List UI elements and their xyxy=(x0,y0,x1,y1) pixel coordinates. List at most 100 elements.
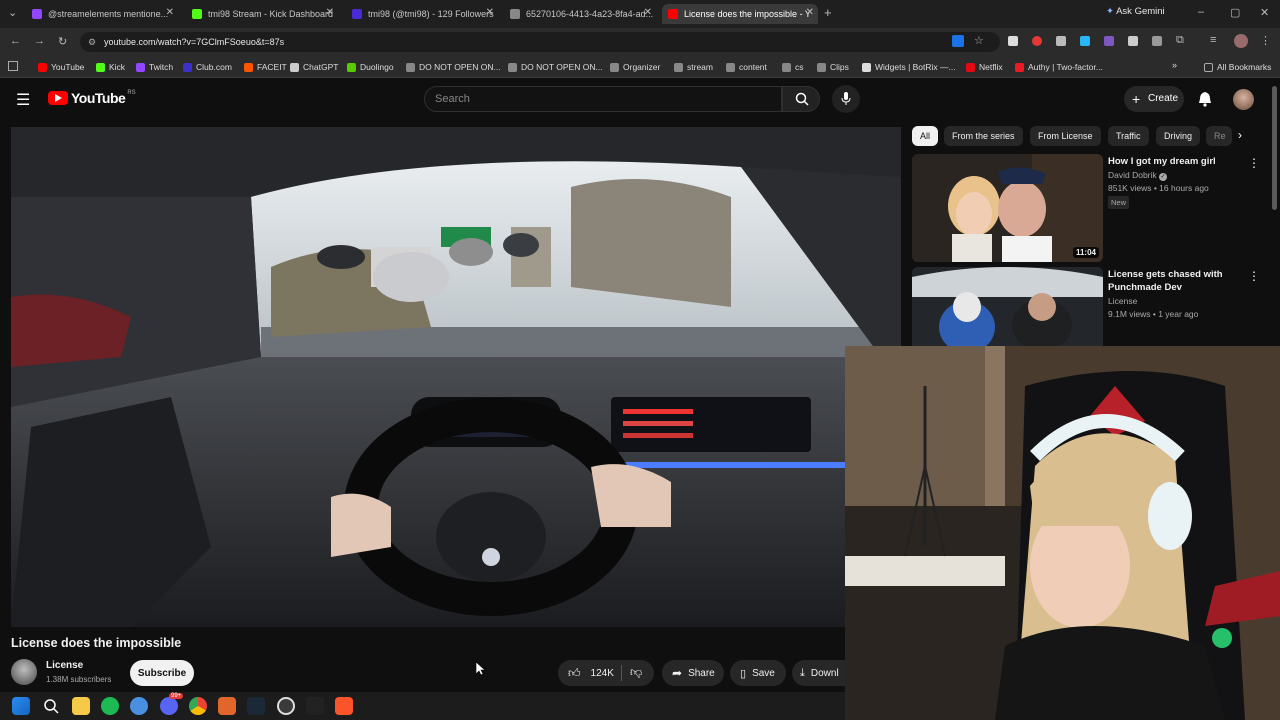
reload-icon[interactable]: ↻ xyxy=(58,35,67,48)
side-panel-icon[interactable]: ≡ xyxy=(1210,34,1216,46)
shield-app-icon[interactable] xyxy=(218,697,236,715)
extension-icon[interactable] xyxy=(1032,36,1042,46)
new-tab-icon[interactable]: + xyxy=(824,5,832,20)
bookmark-item[interactable]: DO NOT OPEN ON... xyxy=(406,60,501,74)
recommendation-thumbnail[interactable]: 11:04 xyxy=(912,154,1103,262)
file-explorer-icon[interactable] xyxy=(72,697,90,715)
extension-icon[interactable] xyxy=(1056,36,1066,46)
bookmark-item[interactable]: Duolingo xyxy=(347,60,394,74)
forward-icon[interactable]: → xyxy=(34,35,45,47)
bookmark-item[interactable]: content xyxy=(726,60,767,74)
cast-icon[interactable] xyxy=(952,35,964,47)
extension-icon[interactable] xyxy=(1128,36,1138,46)
close-tab-icon[interactable]: ✕ xyxy=(644,7,652,18)
bookmark-item[interactable]: Kick xyxy=(96,60,125,74)
channel-avatar[interactable] xyxy=(11,659,37,685)
extension-icon[interactable] xyxy=(1104,36,1114,46)
all-bookmarks-button[interactable]: All Bookmarks xyxy=(1204,60,1271,74)
browser-tab[interactable]: 65270106-4413-4a23-8fa4-ad... ✕ xyxy=(504,4,656,24)
account-avatar[interactable] xyxy=(1233,89,1254,110)
extension-icon[interactable] xyxy=(1008,36,1018,46)
chip-traffic[interactable]: Traffic xyxy=(1108,126,1149,146)
search-button[interactable] xyxy=(782,86,820,112)
create-button[interactable]: + Create xyxy=(1124,86,1184,112)
recommendation-thumbnail[interactable] xyxy=(912,267,1103,347)
browser-tab[interactable]: tmi98 Stream - Kick Dashboard ✕ xyxy=(186,4,338,24)
chips-next-chevron-icon[interactable]: › xyxy=(1238,128,1242,142)
chip-from-the-series[interactable]: From the series xyxy=(944,126,1023,146)
bookmark-item[interactable]: ChatGPT xyxy=(290,60,338,74)
close-tab-icon[interactable]: ✕ xyxy=(486,7,494,18)
subscribe-button[interactable]: Subscribe xyxy=(130,660,194,686)
chrome-icon[interactable] xyxy=(189,697,207,715)
bookmark-item[interactable]: Clips xyxy=(817,60,849,74)
bookmark-item[interactable]: Twitch xyxy=(136,60,173,74)
search-icon[interactable] xyxy=(43,698,59,714)
recommendation-title[interactable]: How I got my dream girl xyxy=(1108,155,1244,168)
site-info-icon[interactable]: ⚙ xyxy=(88,32,96,52)
app-icon[interactable] xyxy=(130,697,148,715)
recommendation-menu-icon[interactable]: ⋮ xyxy=(1248,269,1260,283)
maximize-icon[interactable]: ▢ xyxy=(1230,6,1240,19)
youtube-logo[interactable]: YouTube RS xyxy=(48,90,136,106)
close-tab-icon[interactable]: ✕ xyxy=(806,7,814,18)
save-button[interactable]: ▯ Save xyxy=(730,660,786,686)
browser-tab-active[interactable]: License does the impossible - Y ✕ xyxy=(662,4,818,24)
bookmark-item[interactable]: Organizer xyxy=(610,60,660,74)
url-field[interactable]: ⚙ youtube.com/watch?v=7GClmFSoeuo&t=87s xyxy=(80,32,1000,52)
page-scrollbar[interactable] xyxy=(1272,86,1277,210)
bookmark-item[interactable]: FACEIT xyxy=(244,60,287,74)
windows-start-icon[interactable] xyxy=(12,697,30,715)
like-icon[interactable]: 👍︎ xyxy=(568,666,581,681)
browser-tab[interactable]: @streamelements mentione... ✕ xyxy=(26,4,178,24)
notifications-bell-icon[interactable] xyxy=(1198,91,1212,107)
minimize-icon[interactable]: – xyxy=(1198,6,1204,18)
recommendation-channel[interactable]: David Dobrik ✓ xyxy=(1108,169,1168,182)
extensions-puzzle-icon[interactable]: ⧉ xyxy=(1176,34,1184,47)
bookmark-item[interactable]: Authy | Two-factor... xyxy=(1015,60,1103,74)
bookmark-item[interactable]: stream xyxy=(674,60,713,74)
download-button[interactable]: ⤓ Downl xyxy=(792,660,845,686)
chip-partial[interactable]: Re xyxy=(1206,126,1232,146)
back-icon[interactable]: ← xyxy=(10,35,21,47)
more-bookmarks-icon[interactable]: » xyxy=(1172,60,1177,70)
hamburger-menu-icon[interactable]: ☰ xyxy=(16,90,30,110)
voice-search-button[interactable] xyxy=(832,85,860,113)
bookmark-item[interactable]: DO NOT OPEN ON... xyxy=(508,60,603,74)
dislike-icon[interactable]: 👎︎ xyxy=(630,665,642,680)
bookmark-item[interactable]: Netflix xyxy=(966,60,1003,74)
bookmark-item[interactable]: Widgets | BotRix —... xyxy=(862,60,956,74)
kebab-menu-icon[interactable]: ⋮ xyxy=(1260,34,1271,47)
recommendation-channel[interactable]: License xyxy=(1108,295,1137,308)
search-input[interactable]: Search xyxy=(424,86,782,112)
browser-tab[interactable]: tmi98 (@tmi98) - 129 Followers ✕ xyxy=(346,4,498,24)
share-button[interactable]: ➦ Share xyxy=(662,660,724,686)
extension-icon[interactable] xyxy=(1152,36,1162,46)
capcut-icon[interactable] xyxy=(306,697,324,715)
brave-icon[interactable] xyxy=(335,697,353,715)
bookmark-item[interactable]: YouTube xyxy=(38,60,84,74)
obs-icon[interactable] xyxy=(277,697,295,715)
video-player[interactable] xyxy=(11,127,901,627)
chip-all[interactable]: All xyxy=(912,126,939,146)
recommendation-menu-icon[interactable]: ⋮ xyxy=(1248,156,1260,170)
tab-search-icon[interactable]: ⌄ xyxy=(8,6,17,19)
spotify-icon[interactable] xyxy=(101,697,119,715)
close-tab-icon[interactable]: ✕ xyxy=(166,7,174,18)
bookmark-star-icon[interactable]: ☆ xyxy=(974,34,984,47)
ask-gemini-button[interactable]: ✦ Ask Gemini xyxy=(1106,6,1165,17)
channel-name[interactable]: License xyxy=(46,660,83,671)
extension-icon[interactable] xyxy=(1080,36,1090,46)
bookmark-item[interactable]: cs xyxy=(782,60,804,74)
close-window-icon[interactable]: ✕ xyxy=(1260,6,1269,19)
discord-icon[interactable]: 99+ xyxy=(160,693,184,715)
close-tab-icon[interactable]: ✕ xyxy=(326,7,334,18)
bookmark-item[interactable]: Club.com xyxy=(183,60,232,74)
steam-icon[interactable] xyxy=(247,697,265,715)
apps-grid-icon[interactable] xyxy=(8,61,18,71)
profile-avatar-icon[interactable] xyxy=(1234,34,1248,48)
recommendation-title[interactable]: License gets chased with Punchmade Dev xyxy=(1108,268,1244,294)
chip-from-license[interactable]: From License xyxy=(1030,126,1101,146)
chip-driving[interactable]: Driving xyxy=(1156,126,1201,146)
like-count[interactable]: 124K xyxy=(591,668,614,679)
